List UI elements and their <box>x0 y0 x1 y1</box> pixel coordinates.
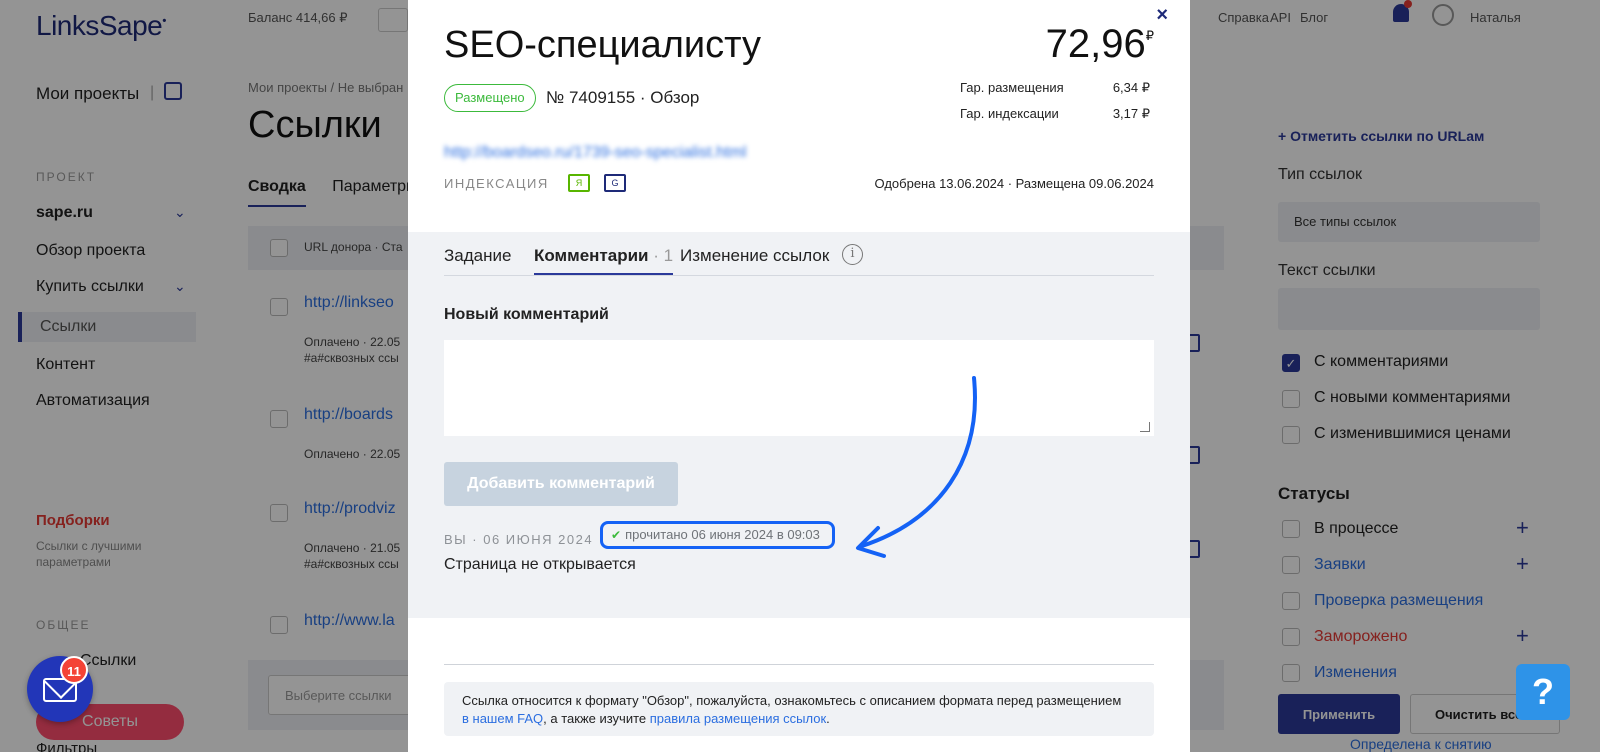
info-icon[interactable]: i <box>842 244 863 265</box>
format-notice: Ссылка относится к формату "Обзор", пожа… <box>444 682 1154 736</box>
google-index-icon[interactable]: G <box>604 174 626 192</box>
yandex-index-icon[interactable]: Я <box>568 174 590 192</box>
donor-url[interactable]: http://boardseo.ru/1739-seo-specialist.h… <box>444 144 746 162</box>
divider <box>444 664 1154 665</box>
modal-body: Задание Комментарии · 1 Изменение ссылок… <box>408 232 1190 618</box>
mail-count-badge: 11 <box>60 656 88 684</box>
faq-link[interactable]: в нашем FAQ <box>462 711 543 726</box>
guarantee-indexation-label: Гар. индексации <box>960 106 1059 121</box>
resize-handle-icon[interactable] <box>1140 422 1150 432</box>
guarantee-placement-label: Гар. размещения <box>960 80 1064 95</box>
comment-textarea[interactable] <box>444 340 1154 436</box>
comment-author-date: ВЫ · 06 ИЮНЯ 2024 <box>444 532 594 547</box>
placement-rules-link[interactable]: правила размещения ссылок <box>650 711 826 726</box>
close-icon[interactable]: × <box>1156 4 1168 27</box>
price: 72,96₽ <box>1045 22 1154 66</box>
modal-title: SEO-специалисту <box>444 24 761 66</box>
link-number: № 7409155 · Обзор <box>546 88 700 107</box>
modal-tabs: Задание Комментарии · 1 Изменение ссылок… <box>444 242 1154 276</box>
status-badge: Размещено <box>444 84 536 112</box>
read-status-highlight: ✔ прочитано 06 июня 2024 в 09:03 <box>600 521 835 549</box>
tab-comments[interactable]: Комментарии · 1 <box>534 246 674 275</box>
add-comment-button[interactable]: Добавить комментарий <box>444 462 678 506</box>
approval-dates: Одобрена 13.06.2024 · Размещена 09.06.20… <box>874 176 1155 191</box>
new-comment-label: Новый комментарий <box>444 306 609 323</box>
guarantee-placement-value: 6,34 ₽ <box>1112 80 1150 95</box>
help-button[interactable]: ? <box>1516 664 1570 720</box>
comment-text: Страница не открывается <box>444 556 636 573</box>
link-details-modal: × SEO-специалисту 72,96₽ Размещено № 740… <box>408 0 1190 752</box>
currency: ₽ <box>1145 28 1154 43</box>
tab-link-changes[interactable]: Изменение ссылок <box>680 246 829 266</box>
read-status-text: прочитано 06 июня 2024 в 09:03 <box>625 527 820 542</box>
tab-task[interactable]: Задание <box>444 246 511 266</box>
indexation-label: ИНДЕКСАЦИЯ <box>444 176 549 191</box>
check-icon: ✔ <box>611 528 622 542</box>
guarantee-indexation-value: 3,17 ₽ <box>1112 106 1150 121</box>
